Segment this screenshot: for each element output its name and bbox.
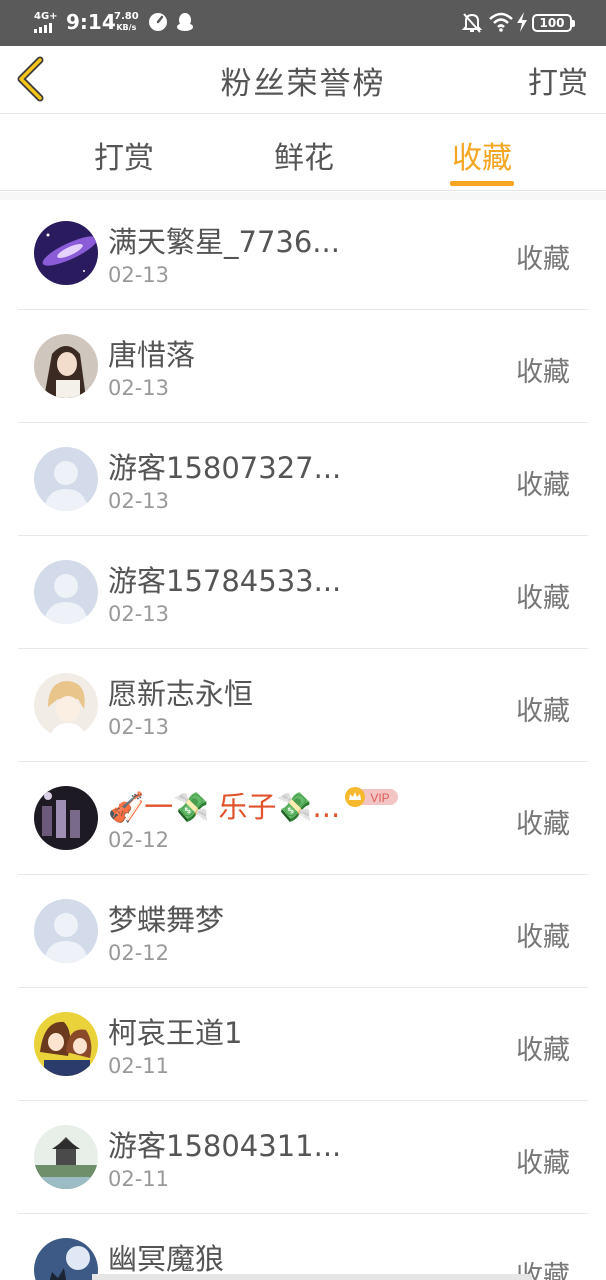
item-type-label: 收藏	[516, 696, 570, 727]
item-type-label: 收藏	[516, 1035, 570, 1066]
avatar	[34, 1125, 98, 1189]
avatar	[34, 1012, 98, 1076]
avatar	[34, 673, 98, 737]
status-bar: 4G+ 9:14 7.80 KB/s 100	[0, 0, 606, 46]
active-tab-indicator	[450, 181, 514, 186]
user-name: 梦蝶舞梦	[108, 903, 225, 937]
user-name: 游客15807327...	[108, 451, 342, 485]
fan-list: 满天繁星_7736... 02-13 收藏 唐惜落 02-13 收藏 游客158…	[0, 197, 606, 1280]
horizontal-scrollbar[interactable]	[92, 1274, 532, 1280]
network-type: 4G+	[34, 11, 58, 22]
speed-unit: KB/s	[116, 23, 137, 32]
default-avatar-icon	[34, 447, 98, 511]
item-date: 02-12	[108, 941, 170, 965]
item-date: 02-13	[108, 263, 170, 287]
reward-button[interactable]: 打赏	[528, 58, 588, 102]
vip-badge: VIP	[345, 787, 398, 807]
speedometer-icon	[149, 13, 167, 31]
charging-icon	[517, 12, 527, 32]
user-name: 满天繁星_7736...	[108, 225, 340, 259]
list-item[interactable]: 游客15807327... 02-13 收藏	[18, 423, 588, 536]
list-item[interactable]: 游客15804311... 02-11 收藏	[18, 1101, 588, 1214]
list-item[interactable]: 游客15784533... 02-13 收藏	[18, 536, 588, 649]
mute-icon	[462, 13, 482, 33]
user-name: 🎻一💸 乐子💸...	[108, 790, 341, 824]
item-date: 02-11	[108, 1167, 170, 1191]
user-name: 愿新志永恒	[108, 677, 254, 711]
item-type-label: 收藏	[516, 244, 570, 275]
item-type-label: 收藏	[516, 809, 570, 840]
list-item[interactable]: 愿新志永恒 02-13 收藏	[18, 649, 588, 762]
vip-badge-label: VIP	[370, 791, 389, 805]
item-date: 02-13	[108, 602, 170, 626]
wifi-icon	[489, 12, 513, 32]
item-date: 02-12	[108, 828, 170, 852]
item-type-label: 收藏	[516, 470, 570, 501]
user-name: 唐惜落	[108, 338, 196, 372]
user-name: 幽冥魔狼	[108, 1242, 225, 1276]
list-item[interactable]: 唐惜落 02-13 收藏	[18, 310, 588, 423]
item-date: 02-13	[108, 715, 170, 739]
network-speed: 7.80 KB/s	[114, 11, 139, 33]
item-date: 02-13	[108, 489, 170, 513]
default-avatar-icon	[34, 560, 98, 624]
user-name: 柯哀王道1	[108, 1016, 243, 1050]
avatar	[34, 334, 98, 398]
tab-bar: 打赏 鲜花 收藏	[0, 115, 606, 191]
item-type-label: 收藏	[516, 583, 570, 614]
item-date: 02-13	[108, 376, 170, 400]
item-type-label: 收藏	[516, 922, 570, 953]
list-item[interactable]: 柯哀王道1 02-11 收藏	[18, 988, 588, 1101]
speed-value: 7.80	[114, 11, 139, 22]
default-avatar-icon	[34, 899, 98, 963]
tab-flowers[interactable]: 鲜花	[244, 133, 364, 177]
item-type-label: 收藏	[516, 357, 570, 388]
list-item[interactable]: 幽冥魔狼 收藏	[18, 1214, 588, 1280]
item-date: 02-11	[108, 1054, 170, 1078]
app-header: 粉丝荣誉榜 打赏	[0, 46, 606, 114]
list-item[interactable]: 梦蝶舞梦 02-12 收藏	[18, 875, 588, 988]
battery-indicator: 100	[532, 14, 575, 32]
list-item[interactable]: 🎻一💸 乐子💸... VIP 02-12 收藏	[18, 762, 588, 875]
page-title: 粉丝荣誉榜	[220, 66, 386, 102]
tab-reward[interactable]: 打赏	[64, 133, 184, 177]
avatar	[34, 1238, 98, 1280]
user-name: 游客15784533...	[108, 564, 342, 598]
list-item[interactable]: 满天繁星_7736... 02-13 收藏	[18, 197, 588, 310]
qq-icon	[177, 13, 193, 31]
avatar	[34, 786, 98, 850]
signal-icon	[34, 23, 52, 33]
tab-favorites[interactable]: 收藏	[422, 133, 542, 177]
user-name: 游客15804311...	[108, 1129, 342, 1163]
item-type-label: 收藏	[516, 1148, 570, 1179]
clock: 9:14	[66, 10, 116, 34]
avatar	[34, 221, 98, 285]
